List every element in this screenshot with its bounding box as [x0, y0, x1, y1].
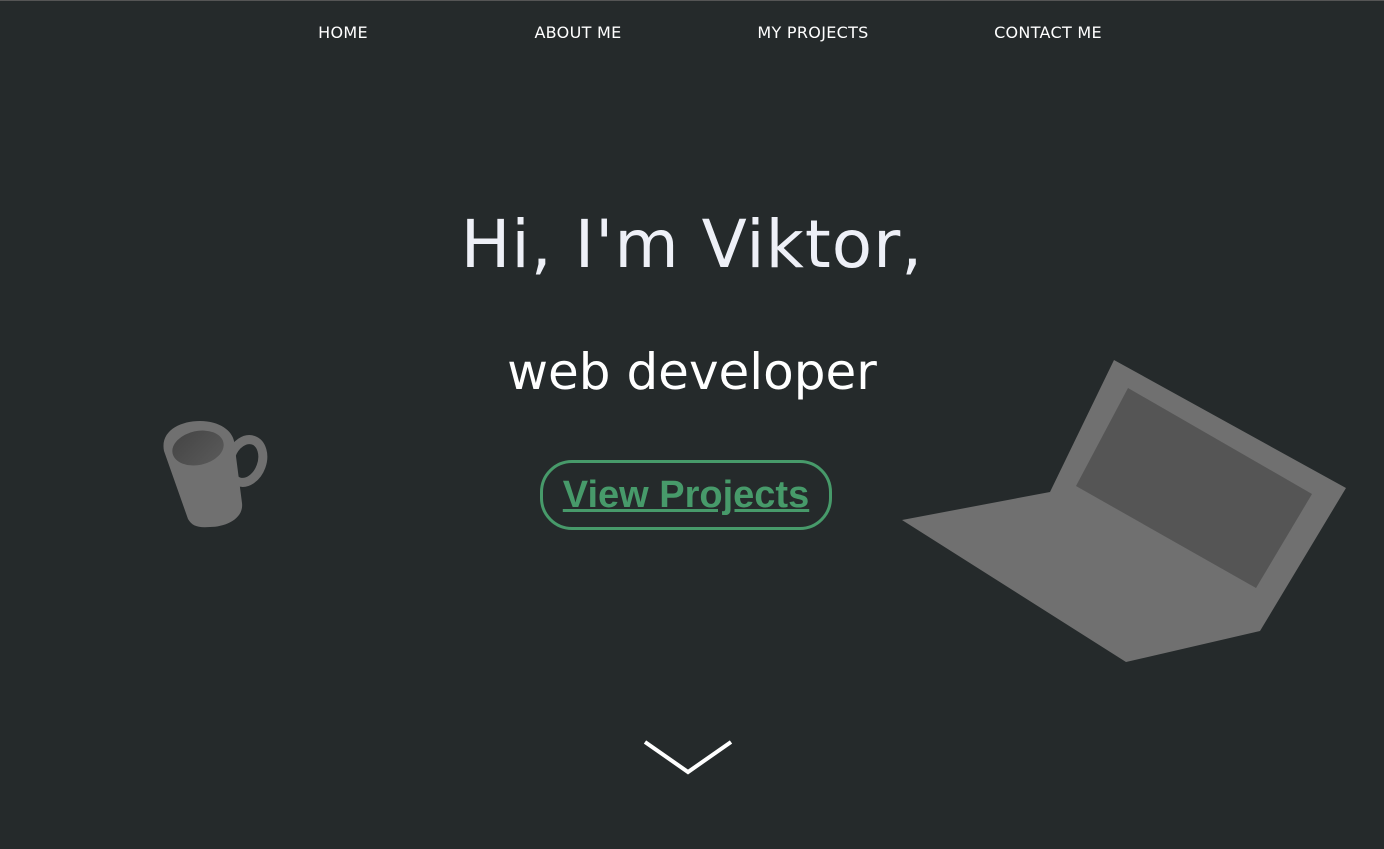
nav-about-me[interactable]: ABOUT ME [534, 23, 621, 42]
nav-home[interactable]: HOME [318, 23, 368, 42]
nav-contact-me[interactable]: CONTACT ME [994, 23, 1102, 42]
laptop-icon [902, 360, 1346, 662]
coffee-mug-icon [163, 421, 268, 528]
view-projects-button[interactable]: View Projects [540, 460, 832, 530]
hero-title: Hi, I'm Viktor, [460, 206, 924, 283]
nav-my-projects[interactable]: MY PROJECTS [757, 23, 868, 42]
scroll-down-chevron[interactable] [642, 739, 734, 777]
main-nav: HOME ABOUT ME MY PROJECTS CONTACT ME [0, 23, 1384, 43]
